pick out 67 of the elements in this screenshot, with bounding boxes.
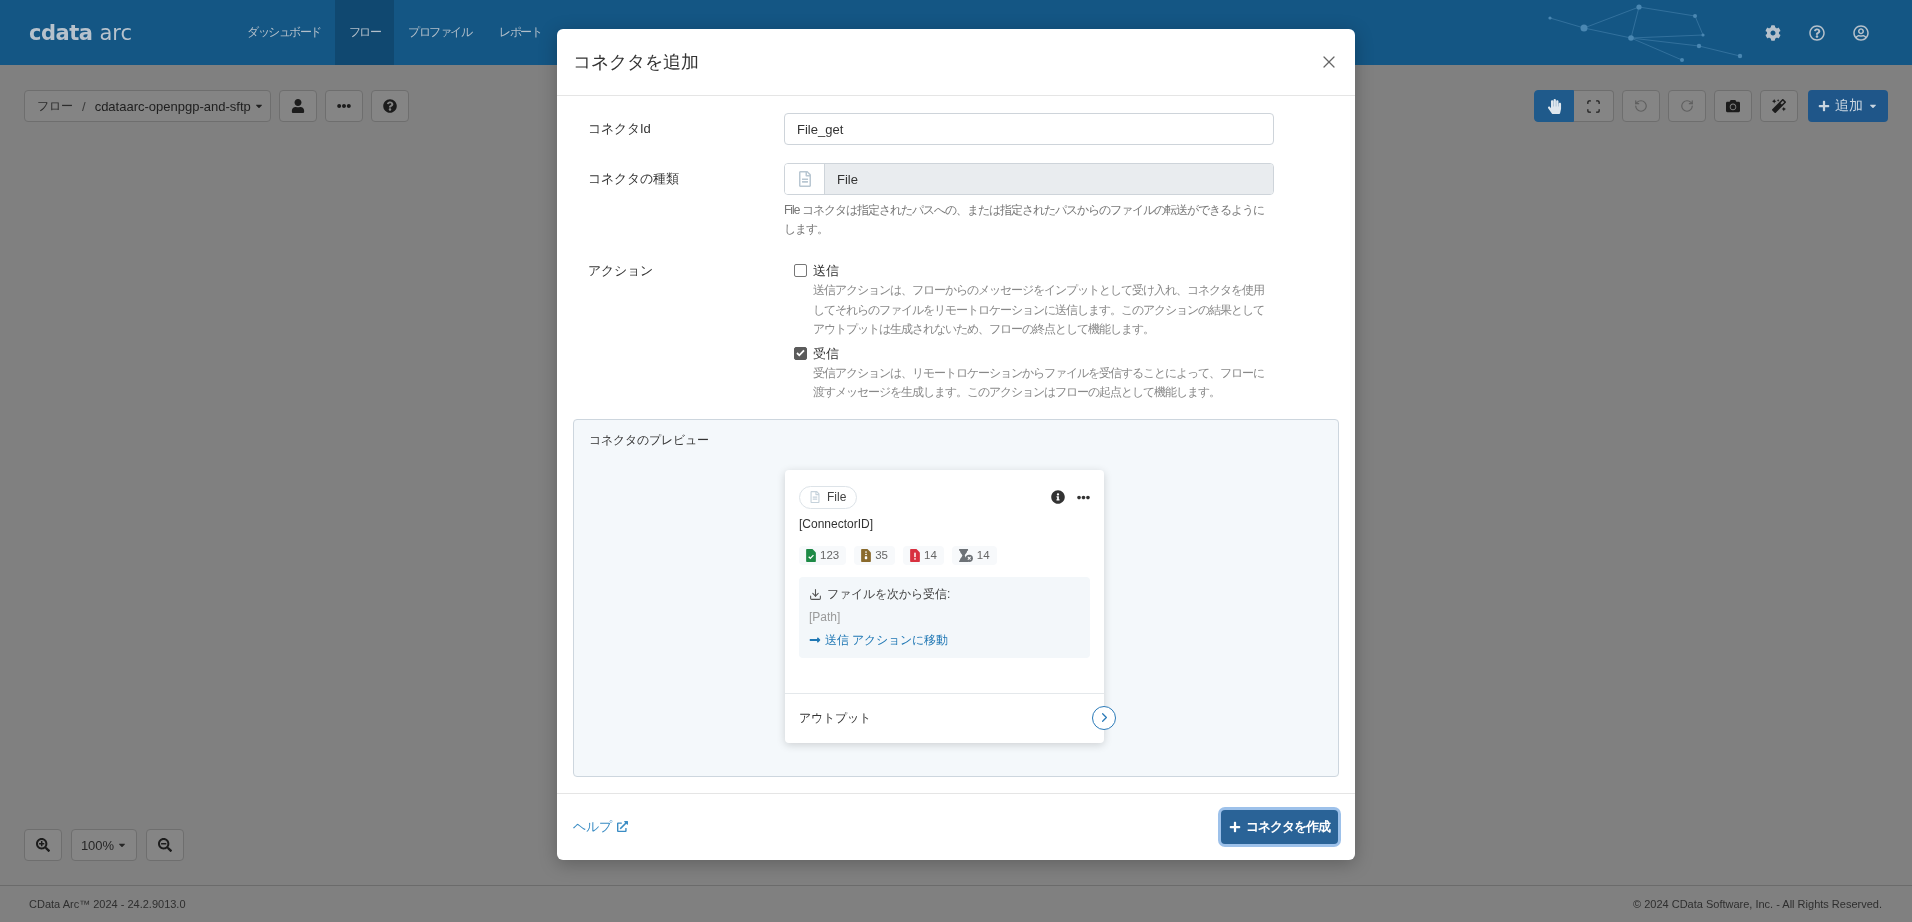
connector-id-input[interactable]: File_get [784,113,1274,145]
info-icon[interactable] [1051,490,1065,504]
option-description: 送信アクションは、フローからのメッセージをインプットとして受け入れ、コネクタを使用してそれらのファイルをリモートロケーションに送信します。このアクションの結果としてアウトプットは生成されないため、フローの終点として機能します。 [813,282,1265,338]
help-button[interactable] [371,90,409,122]
settings-icon[interactable] [1765,24,1781,41]
zoom-in-icon [36,838,50,852]
stat-chip: 14 [903,545,944,565]
option-description: 受信アクションは、リモートロケーションからファイルを受信することによって、フローに渡すメッセージを生成します。このアクションはフローの起点として機能します。 [813,364,1265,401]
arrow-right-icon [809,634,821,646]
nav-item[interactable]: ダッシュボード [233,0,335,65]
user-button[interactable] [279,90,317,122]
plus-icon [1229,820,1241,833]
document-icon [796,171,813,187]
copyright-text: © 2024 CData Software, Inc. - All Rights Reserved. [1633,898,1882,910]
snapshot-button[interactable] [1714,90,1752,122]
scan-frame-icon [1586,98,1601,114]
version-text: CData Arc™ 2024 - 24.2.9013.0 [29,898,186,910]
help-icon [383,99,397,113]
path-text: [Path] [809,608,841,626]
stat-chip: 35 [854,545,895,565]
nav-item[interactable]: フロー [334,0,394,65]
breadcrumb-link[interactable]: フロー [37,97,73,115]
document-icon [809,491,821,503]
option-label: 送信 [813,262,840,280]
help-icon[interactable] [1809,24,1825,41]
output-label: アウトプット [799,709,871,727]
camera-icon [1726,99,1740,113]
plus-icon [1818,100,1830,112]
pan-mode-button[interactable] [1534,90,1574,122]
stat-chip: 14 [951,545,997,565]
zoom-in-button[interactable] [24,829,62,861]
add-button[interactable]: 追加 [1808,90,1888,122]
checkbox[interactable] [794,346,807,360]
field-label: コネクタの種類 [588,170,680,188]
hand-icon [1546,98,1562,114]
more-button[interactable] [325,90,363,122]
logo-brand: cdata [29,20,93,45]
help-link[interactable]: ヘルプ [573,817,628,836]
zoom-out-icon [158,838,172,852]
flow-dropdown[interactable]: cdataarc-openpgp-and-sftp [94,98,264,114]
connector-type-field[interactable]: File [784,163,1274,195]
help-text: File コネクタは指定されたパスへの、または指定されたパスからのファイルの転送ができるようにします。 [784,202,1265,238]
stat-chip: 123 [799,545,847,565]
field-label: コネクタId [588,120,652,138]
nav-item[interactable]: プロファイル [394,0,485,65]
field-label: アクション [588,262,654,280]
auto-layout-button[interactable] [1760,90,1798,122]
option-label: 受信 [813,344,840,363]
dialog-title: コネクタを追加 [573,51,699,74]
create-connector-button[interactable]: コネクタを作成 [1221,809,1338,844]
connector-id-text: [ConnectorID] [799,516,874,531]
zoom-dropdown[interactable]: 100% [71,829,137,861]
nav-item[interactable]: レポート [485,0,555,65]
output-handle-button[interactable] [1092,705,1116,730]
external-link-icon [617,821,628,832]
person-icon [291,99,305,113]
magic-wand-icon [1772,99,1786,113]
zoom-out-button[interactable] [146,829,184,861]
logo-product: arc [99,20,132,45]
breadcrumb-separator: / [82,98,86,114]
download-icon [809,587,822,601]
redo-icon [1680,99,1694,113]
preview-title: コネクタのプレビュー [589,431,710,449]
undo-icon [1634,99,1648,113]
receive-heading: ファイルを次から受信: [827,585,951,603]
send-action-link[interactable]: 送信 アクションに移動 [809,631,949,649]
checkbox[interactable] [794,264,807,277]
